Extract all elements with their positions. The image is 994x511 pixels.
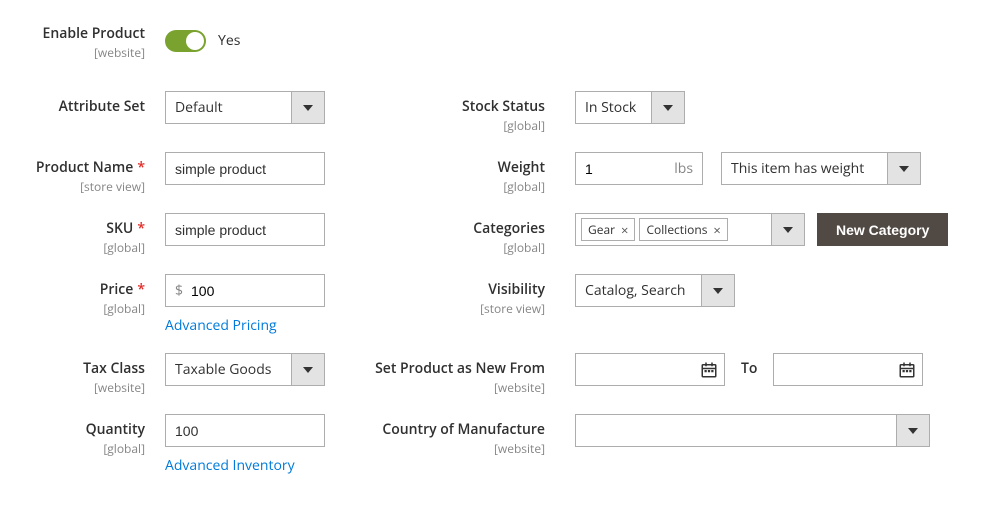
chevron-down-icon xyxy=(291,92,324,123)
enable-toggle[interactable] xyxy=(165,30,206,52)
category-tag: Gear × xyxy=(581,218,635,241)
stock-status-select[interactable]: In Stock xyxy=(575,91,685,124)
chevron-down-icon xyxy=(701,275,734,306)
product-name-label: Product Name* [store view] xyxy=(30,152,165,195)
category-tag: Collections × xyxy=(639,218,727,241)
quantity-label: Quantity [global] xyxy=(30,414,165,475)
tax-class-value: Taxable Goods xyxy=(175,360,271,379)
price-input[interactable] xyxy=(189,282,324,300)
weight-type-value: This item has weight xyxy=(731,159,864,178)
new-to-input[interactable] xyxy=(783,361,898,379)
categories-label: Categories [global] xyxy=(355,213,575,256)
enable-toggle-state: Yes xyxy=(218,31,240,50)
advanced-inventory-link[interactable]: Advanced Inventory xyxy=(165,456,325,475)
country-label: Country of Manufacture [website] xyxy=(355,414,575,475)
new-from-input[interactable] xyxy=(585,361,700,379)
new-category-button[interactable]: New Category xyxy=(817,213,948,246)
calendar-icon[interactable] xyxy=(898,361,916,379)
close-icon[interactable]: × xyxy=(713,221,720,239)
quantity-input[interactable] xyxy=(165,414,325,447)
weight-input[interactable] xyxy=(576,160,668,178)
tax-class-select[interactable]: Taxable Goods xyxy=(165,353,325,386)
country-select[interactable] xyxy=(575,414,930,447)
attribute-set-value: Default xyxy=(175,98,223,117)
currency-symbol: $ xyxy=(166,281,189,300)
close-icon[interactable]: × xyxy=(621,221,628,239)
weight-unit: lbs xyxy=(668,159,702,178)
chevron-down-icon xyxy=(896,415,929,446)
attribute-set-select[interactable]: Default xyxy=(165,91,325,124)
chevron-down-icon xyxy=(291,354,324,385)
weight-label: Weight [global] xyxy=(355,152,575,195)
new-from-date[interactable] xyxy=(575,353,725,386)
enable-label: Enable Product [website] xyxy=(30,18,165,61)
weight-input-wrap: lbs xyxy=(575,152,703,185)
chevron-down-icon xyxy=(771,214,804,245)
chevron-down-icon xyxy=(887,153,920,184)
calendar-icon[interactable] xyxy=(700,361,718,379)
price-input-wrap: $ xyxy=(165,274,325,307)
advanced-pricing-link[interactable]: Advanced Pricing xyxy=(165,316,325,335)
stock-status-label: Stock Status [global] xyxy=(355,91,575,134)
attribute-set-label: Attribute Set xyxy=(30,91,165,134)
weight-type-select[interactable]: This item has weight xyxy=(721,152,921,185)
stock-status-value: In Stock xyxy=(585,98,636,117)
categories-select[interactable]: Gear × Collections × xyxy=(575,213,805,246)
visibility-select[interactable]: Catalog, Search xyxy=(575,274,735,307)
chevron-down-icon xyxy=(651,92,684,123)
new-from-label: Set Product as New From [website] xyxy=(355,353,575,396)
visibility-label: Visibility [store view] xyxy=(355,274,575,335)
visibility-value: Catalog, Search xyxy=(585,281,686,300)
sku-label: SKU* [global] xyxy=(30,213,165,256)
price-label: Price* [global] xyxy=(30,274,165,335)
sku-input[interactable] xyxy=(165,213,325,246)
tax-class-label: Tax Class [website] xyxy=(30,353,165,396)
new-to-date[interactable] xyxy=(773,353,923,386)
to-label: To xyxy=(741,353,757,396)
product-name-input[interactable] xyxy=(165,152,325,185)
